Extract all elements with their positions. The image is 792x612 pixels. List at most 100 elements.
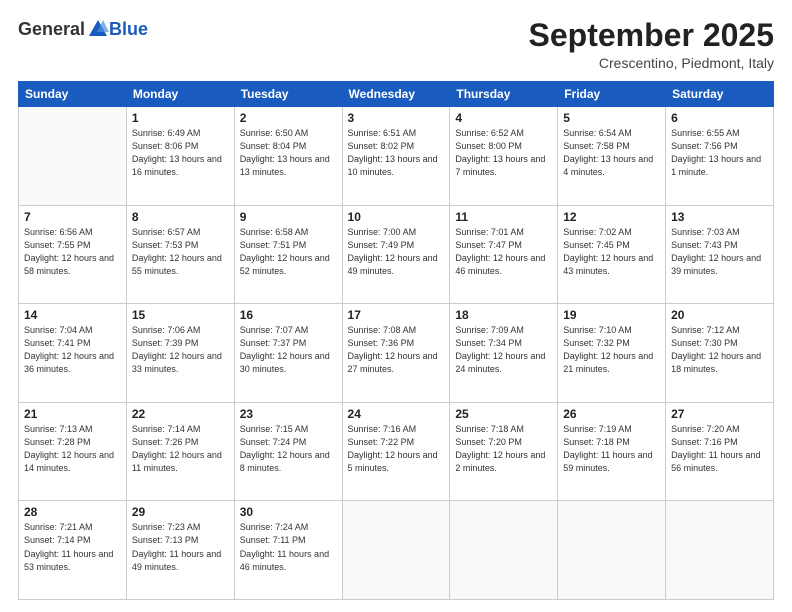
day-info: Sunrise: 6:54 AM Sunset: 7:58 PM Dayligh… [563,127,660,179]
calendar-cell: 26Sunrise: 7:19 AM Sunset: 7:18 PM Dayli… [558,402,666,501]
calendar-cell: 27Sunrise: 7:20 AM Sunset: 7:16 PM Dayli… [666,402,774,501]
day-info: Sunrise: 6:50 AM Sunset: 8:04 PM Dayligh… [240,127,337,179]
calendar-cell: 18 Sunrise: 7:09 AM Sunset: 7:34 PM Dayli… [450,304,558,403]
day-number: 21 [24,407,121,421]
day-info: Sunrise: 7:18 AM Sunset: 7:20 PM Dayligh… [455,423,552,475]
day-info: Sunrise: 7:06 AM Sunset: 7:39 PM Dayligh… [132,324,229,376]
day-info: Sunrise: 7:20 AM Sunset: 7:16 PM Dayligh… [671,423,768,475]
day-info: Sunrise: 7:07 AM Sunset: 7:37 PM Dayligh… [240,324,337,376]
calendar-cell: 8 Sunrise: 6:57 AM Sunset: 7:53 PM Daylig… [126,205,234,304]
day-number: 4 [455,111,552,125]
day-info: Sunrise: 6:52 AM Sunset: 8:00 PM Dayligh… [455,127,552,179]
day-number: 10 [348,210,445,224]
day-info: Sunrise: 7:19 AM Sunset: 7:18 PM Dayligh… [563,423,660,475]
header-tuesday: Tuesday [234,82,342,107]
day-info: Sunrise: 7:16 AM Sunset: 7:22 PM Dayligh… [348,423,445,475]
calendar-week-4: 28 Sunrise: 7:21 AM Sunset: 7:14 PM Dayli… [19,501,774,600]
month-title: September 2025 [529,18,774,53]
header-saturday: Saturday [666,82,774,107]
day-number: 18 [455,308,552,322]
calendar-cell [666,501,774,600]
calendar-header-row: Sunday Monday Tuesday Wednesday Thursday… [19,82,774,107]
header-friday: Friday [558,82,666,107]
calendar-cell: 2 Sunrise: 6:50 AM Sunset: 8:04 PM Daylig… [234,107,342,206]
day-info: Sunrise: 7:09 AM Sunset: 7:34 PM Dayligh… [455,324,552,376]
day-number: 3 [348,111,445,125]
header-wednesday: Wednesday [342,82,450,107]
calendar-cell: 12 Sunrise: 7:02 AM Sunset: 7:45 PM Dayli… [558,205,666,304]
calendar-week-0: 1 Sunrise: 6:49 AM Sunset: 8:06 PM Daylig… [19,107,774,206]
day-info: Sunrise: 7:21 AM Sunset: 7:14 PM Dayligh… [24,521,121,573]
day-number: 13 [671,210,768,224]
calendar-week-3: 21Sunrise: 7:13 AM Sunset: 7:28 PM Dayli… [19,402,774,501]
calendar-cell [19,107,127,206]
day-info: Sunrise: 7:04 AM Sunset: 7:41 PM Dayligh… [24,324,121,376]
calendar-cell: 1 Sunrise: 6:49 AM Sunset: 8:06 PM Daylig… [126,107,234,206]
calendar-cell: 30Sunrise: 7:24 AM Sunset: 7:11 PM Dayli… [234,501,342,600]
day-number: 19 [563,308,660,322]
day-info: Sunrise: 7:10 AM Sunset: 7:32 PM Dayligh… [563,324,660,376]
location: Crescentino, Piedmont, Italy [529,55,774,71]
calendar-cell: 17 Sunrise: 7:08 AM Sunset: 7:36 PM Dayli… [342,304,450,403]
day-info: Sunrise: 6:55 AM Sunset: 7:56 PM Dayligh… [671,127,768,179]
day-info: Sunrise: 6:51 AM Sunset: 8:02 PM Dayligh… [348,127,445,179]
calendar-week-2: 14Sunrise: 7:04 AM Sunset: 7:41 PM Dayli… [19,304,774,403]
day-info: Sunrise: 7:02 AM Sunset: 7:45 PM Dayligh… [563,226,660,278]
day-number: 24 [348,407,445,421]
day-info: Sunrise: 6:58 AM Sunset: 7:51 PM Dayligh… [240,226,337,278]
day-number: 11 [455,210,552,224]
day-number: 1 [132,111,229,125]
day-number: 23 [240,407,337,421]
logo-icon [87,18,109,40]
day-number: 29 [132,505,229,519]
calendar-cell: 9Sunrise: 6:58 AM Sunset: 7:51 PM Daylig… [234,205,342,304]
day-info: Sunrise: 7:00 AM Sunset: 7:49 PM Dayligh… [348,226,445,278]
calendar-cell [450,501,558,600]
day-number: 7 [24,210,121,224]
calendar-cell: 25Sunrise: 7:18 AM Sunset: 7:20 PM Dayli… [450,402,558,501]
day-number: 20 [671,308,768,322]
header-monday: Monday [126,82,234,107]
calendar-cell: 23 Sunrise: 7:15 AM Sunset: 7:24 PM Dayli… [234,402,342,501]
day-info: Sunrise: 7:12 AM Sunset: 7:30 PM Dayligh… [671,324,768,376]
logo: General Blue [18,18,148,40]
day-info: Sunrise: 7:23 AM Sunset: 7:13 PM Dayligh… [132,521,229,573]
calendar-cell: 14Sunrise: 7:04 AM Sunset: 7:41 PM Dayli… [19,304,127,403]
day-number: 2 [240,111,337,125]
calendar-cell: 20 Sunrise: 7:12 AM Sunset: 7:30 PM Dayli… [666,304,774,403]
day-info: Sunrise: 7:03 AM Sunset: 7:43 PM Dayligh… [671,226,768,278]
day-info: Sunrise: 7:24 AM Sunset: 7:11 PM Dayligh… [240,521,337,573]
day-info: Sunrise: 6:57 AM Sunset: 7:53 PM Dayligh… [132,226,229,278]
calendar-cell: 15 Sunrise: 7:06 AM Sunset: 7:39 PM Dayli… [126,304,234,403]
calendar-cell: 4 Sunrise: 6:52 AM Sunset: 8:00 PM Daylig… [450,107,558,206]
calendar-cell [558,501,666,600]
calendar-cell: 16 Sunrise: 7:07 AM Sunset: 7:37 PM Dayli… [234,304,342,403]
day-number: 12 [563,210,660,224]
calendar-cell: 19 Sunrise: 7:10 AM Sunset: 7:32 PM Dayli… [558,304,666,403]
day-number: 15 [132,308,229,322]
day-info: Sunrise: 6:49 AM Sunset: 8:06 PM Dayligh… [132,127,229,179]
day-number: 16 [240,308,337,322]
day-number: 8 [132,210,229,224]
calendar-cell [342,501,450,600]
day-number: 5 [563,111,660,125]
calendar-cell: 5 Sunrise: 6:54 AM Sunset: 7:58 PM Daylig… [558,107,666,206]
calendar-table: Sunday Monday Tuesday Wednesday Thursday… [18,81,774,600]
header-thursday: Thursday [450,82,558,107]
day-number: 6 [671,111,768,125]
calendar-cell: 24 Sunrise: 7:16 AM Sunset: 7:22 PM Dayli… [342,402,450,501]
day-number: 17 [348,308,445,322]
day-info: Sunrise: 7:08 AM Sunset: 7:36 PM Dayligh… [348,324,445,376]
calendar-cell: 22Sunrise: 7:14 AM Sunset: 7:26 PM Dayli… [126,402,234,501]
day-info: Sunrise: 7:15 AM Sunset: 7:24 PM Dayligh… [240,423,337,475]
calendar-cell: 28 Sunrise: 7:21 AM Sunset: 7:14 PM Dayli… [19,501,127,600]
day-number: 22 [132,407,229,421]
calendar-week-1: 7Sunrise: 6:56 AM Sunset: 7:55 PM Daylig… [19,205,774,304]
day-number: 28 [24,505,121,519]
calendar-cell: 29 Sunrise: 7:23 AM Sunset: 7:13 PM Dayli… [126,501,234,600]
calendar-cell: 7Sunrise: 6:56 AM Sunset: 7:55 PM Daylig… [19,205,127,304]
calendar-cell: 11Sunrise: 7:01 AM Sunset: 7:47 PM Dayli… [450,205,558,304]
calendar-cell: 6 Sunrise: 6:55 AM Sunset: 7:56 PM Daylig… [666,107,774,206]
calendar-cell: 13 Sunrise: 7:03 AM Sunset: 7:43 PM Dayli… [666,205,774,304]
logo-general: General [18,19,85,40]
